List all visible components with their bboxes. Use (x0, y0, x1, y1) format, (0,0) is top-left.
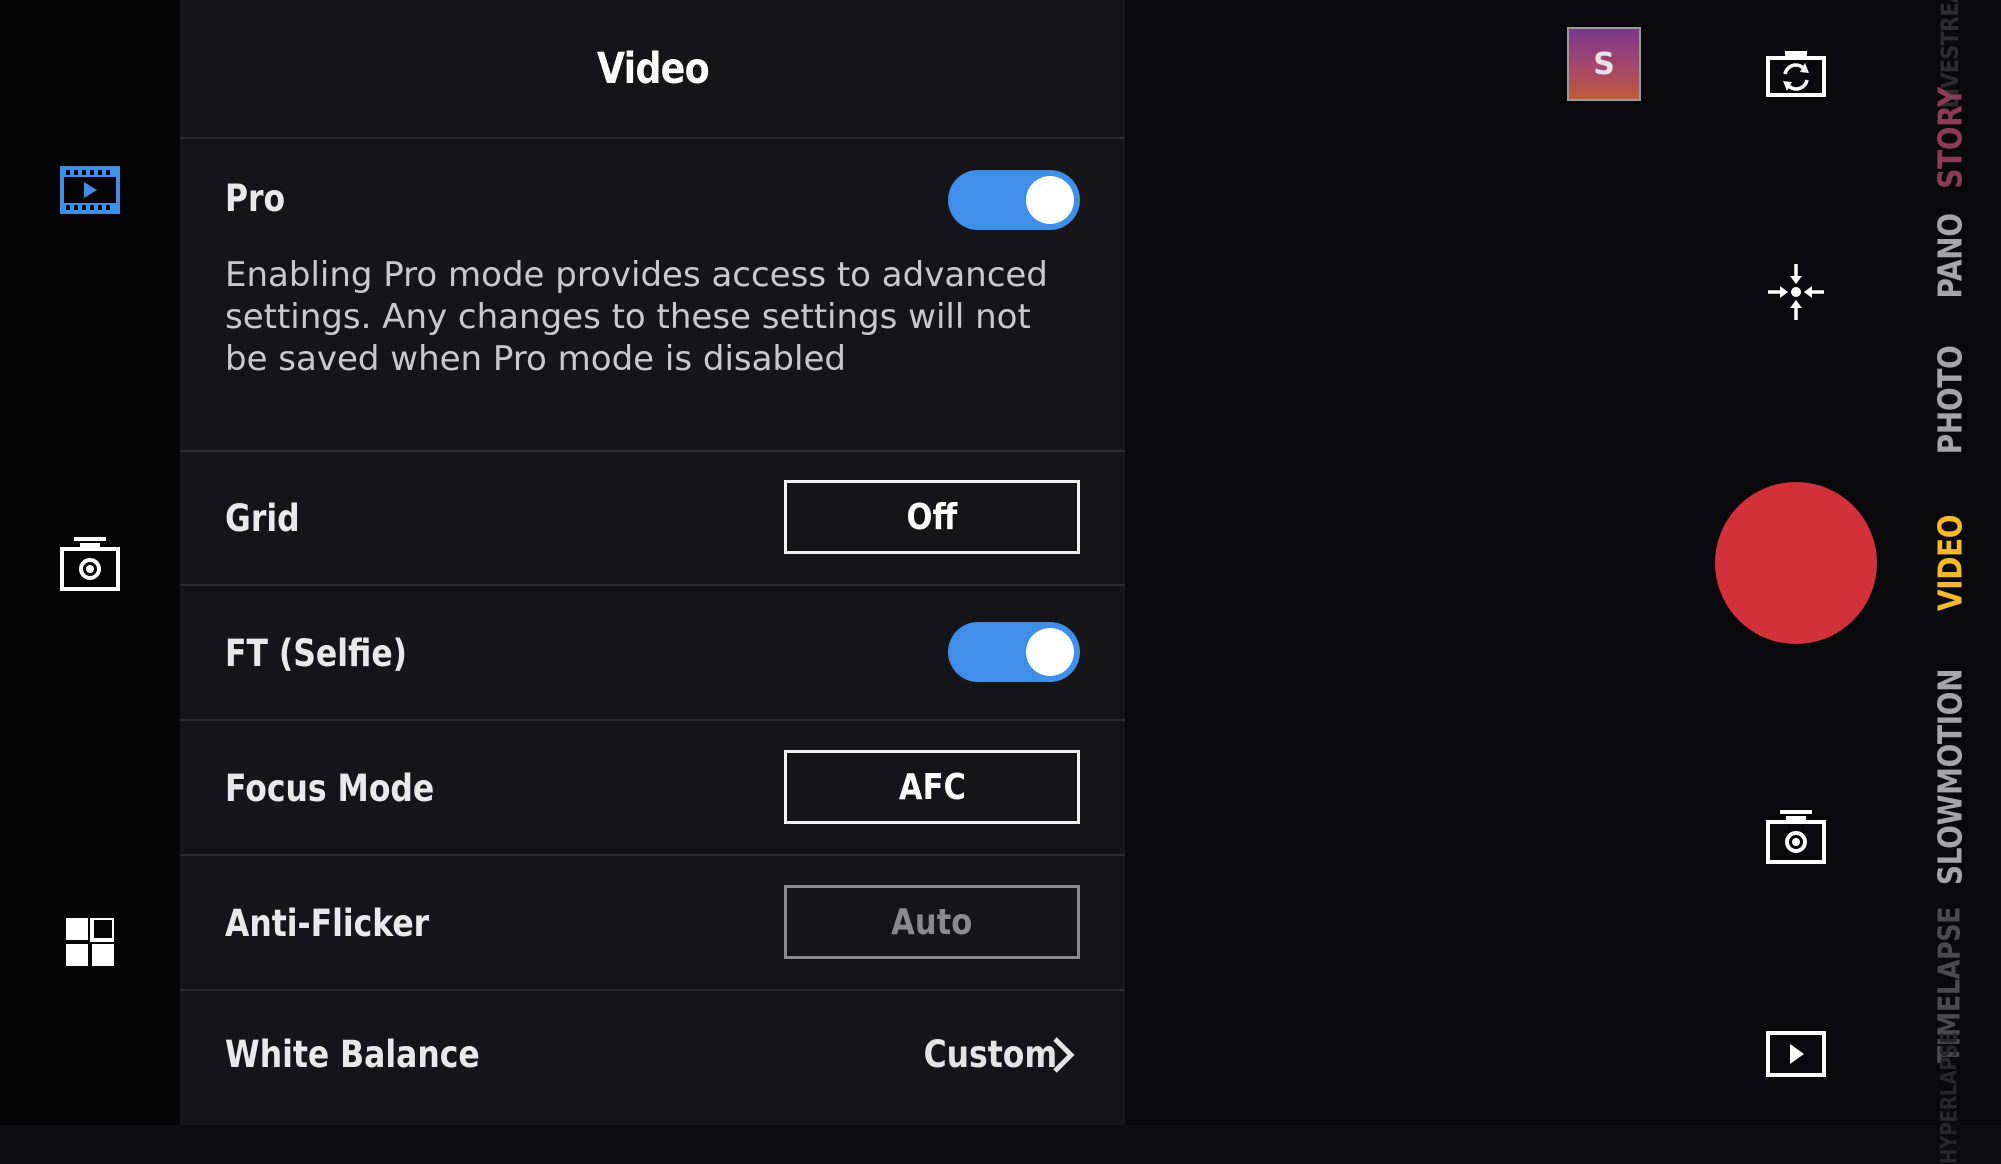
switch-camera-icon (1766, 51, 1826, 97)
white-balance-row[interactable]: White Balance Custom (180, 991, 1125, 1125)
anti-flicker-label: Anti-Flicker (225, 902, 430, 945)
thumbnail-letter: S (1593, 46, 1615, 82)
pro-description: Enabling Pro mode provides access to adv… (225, 255, 1048, 379)
grid-layout-button[interactable] (0, 912, 180, 972)
panel-header: Video (180, 0, 1125, 139)
pro-label: Pro (225, 177, 286, 220)
white-balance-label: White Balance (225, 1033, 480, 1076)
playback-button[interactable] (1765, 1030, 1827, 1078)
panel-title: Video (596, 43, 710, 94)
camera-settings-icon (1766, 810, 1826, 864)
record-button[interactable] (1715, 482, 1877, 644)
video-settings-button[interactable] (0, 160, 180, 220)
toggle-knob (1026, 628, 1074, 676)
mode-pano[interactable]: PANO (1931, 213, 1970, 298)
camera-settings-button-right[interactable] (1765, 808, 1827, 866)
left-rail (0, 0, 180, 1125)
pro-row: Pro Enabling Pro mode provides access to… (180, 139, 1125, 452)
grid-value: Off (906, 496, 958, 538)
ft-selfie-label: FT (Selfie) (225, 632, 408, 675)
video-settings-icon (60, 166, 120, 214)
grid-row: Grid Off (180, 451, 1125, 586)
focus-point-icon (1768, 264, 1824, 320)
focus-point-button[interactable] (1765, 262, 1827, 322)
pro-toggle[interactable] (948, 170, 1080, 230)
chevron-right-icon (1053, 1037, 1075, 1073)
gallery-thumbnail[interactable]: S (1567, 27, 1641, 101)
anti-flicker-value-button[interactable]: Auto (784, 885, 1080, 959)
camera-settings-button[interactable] (0, 535, 180, 593)
focus-mode-value-button[interactable]: AFC (784, 750, 1080, 824)
camera-settings-icon (60, 537, 120, 591)
mode-slowmotion[interactable]: SLOWMOTION (1931, 669, 1970, 885)
white-balance-value: Custom (923, 1033, 1057, 1076)
settings-panel: Video Pro Enabling Pro mode provides acc… (180, 0, 1125, 1125)
focus-mode-label: Focus Mode (225, 767, 435, 810)
focus-mode-row: Focus Mode AFC (180, 721, 1125, 856)
mode-selector: LIVESTREAM STORY PANO PHOTO VIDEO SLOWMO… (1920, 0, 1980, 1164)
mode-hyperlapse[interactable]: HYPERLAPSE (1938, 1032, 1963, 1164)
toggle-knob (1026, 176, 1074, 224)
grid-layout-icon (66, 918, 114, 966)
focus-mode-value: AFC (898, 766, 966, 808)
grid-value-button[interactable]: Off (784, 480, 1080, 554)
ft-selfie-row: FT (Selfie) (180, 586, 1125, 721)
mode-photo[interactable]: PHOTO (1931, 346, 1970, 455)
play-icon (1766, 1031, 1826, 1077)
ft-selfie-toggle[interactable] (948, 622, 1080, 682)
anti-flicker-row: Anti-Flicker Auto (180, 856, 1125, 991)
anti-flicker-value: Auto (891, 901, 973, 943)
mode-story[interactable]: STORY (1931, 87, 1970, 188)
switch-camera-button[interactable] (1765, 48, 1827, 98)
grid-label: Grid (225, 497, 300, 540)
mode-video[interactable]: VIDEO (1931, 515, 1970, 611)
